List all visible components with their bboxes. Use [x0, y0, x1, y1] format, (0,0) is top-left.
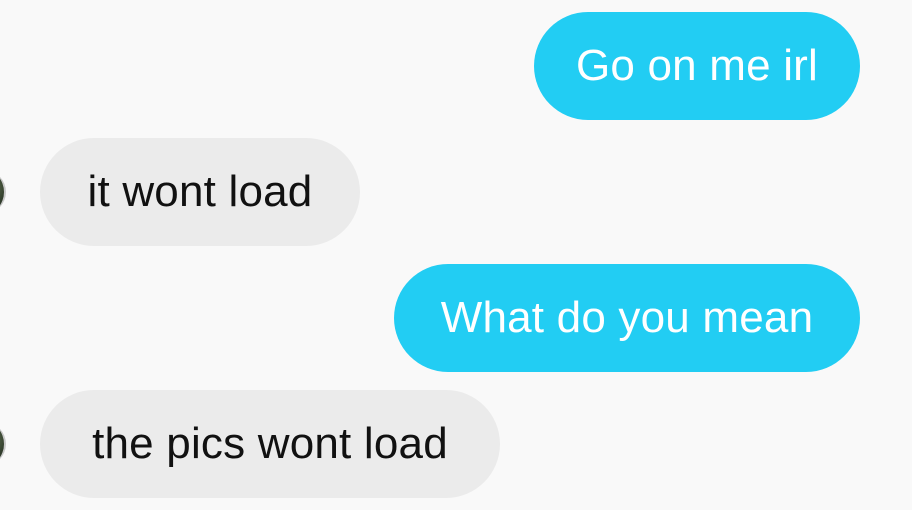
- message-text: Go on me irl: [575, 41, 819, 90]
- incoming-message-bubble[interactable]: the pics wont load: [40, 390, 500, 498]
- outgoing-message-bubble[interactable]: Go on me irl: [534, 12, 860, 120]
- outgoing-message-bubble[interactable]: What do you mean: [394, 264, 860, 372]
- message-thread: Go on me irl it wont load What do you me…: [0, 0, 912, 510]
- contact-avatar[interactable]: [0, 170, 6, 214]
- incoming-message-bubble[interactable]: it wont load: [40, 138, 360, 246]
- message-text: it wont load: [87, 167, 313, 216]
- contact-avatar[interactable]: [0, 422, 6, 466]
- message-text: What do you mean: [440, 293, 814, 342]
- message-text: the pics wont load: [92, 419, 448, 468]
